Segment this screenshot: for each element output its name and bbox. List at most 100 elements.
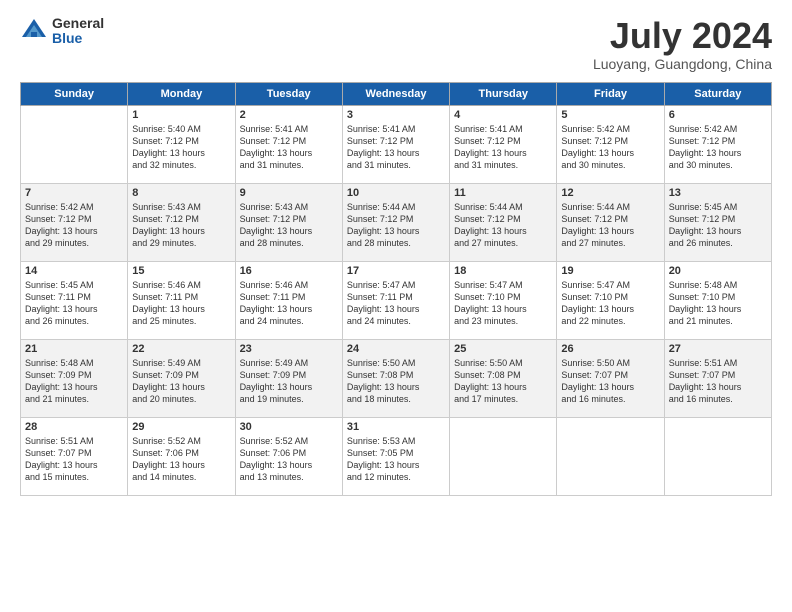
table-row: 20Sunrise: 5:48 AMSunset: 7:10 PMDayligh… bbox=[664, 261, 771, 339]
day-number: 14 bbox=[25, 265, 123, 277]
table-row: 18 Sunrise: 5:47 AMSunset: 7:10 PMDayligh… bbox=[450, 261, 557, 339]
day-number: 25 bbox=[454, 343, 552, 355]
day-info: Sunrise: 5:49 AMSunset: 7:09 PMDaylight:… bbox=[132, 357, 230, 406]
table-row: 7 Sunrise: 5:42 AMSunset: 7:12 PMDaylight… bbox=[21, 183, 128, 261]
table-row: 30 Sunrise: 5:52 AMSunset: 7:06 PMDayligh… bbox=[235, 417, 342, 495]
logo: General Blue bbox=[20, 16, 104, 47]
table-row: 16 Sunrise: 5:46 AMSunset: 7:11 PMDayligh… bbox=[235, 261, 342, 339]
day-info: Sunrise: 5:52 AMSunset: 7:06 PMDaylight:… bbox=[132, 435, 230, 484]
logo-blue-text: Blue bbox=[52, 31, 104, 46]
page-header: General Blue July 2024 Luoyang, Guangdon… bbox=[20, 16, 772, 72]
day-number: 17 bbox=[347, 265, 445, 277]
day-info: Sunrise: 5:42 AMSunset: 7:12 PMDaylight:… bbox=[25, 201, 123, 250]
day-info: Sunrise: 5:45 AMSunset: 7:11 PMDaylight:… bbox=[25, 279, 123, 328]
day-info: Sunrise: 5:47 AMSunset: 7:10 PMDaylight:… bbox=[561, 279, 659, 328]
day-number: 18 bbox=[454, 265, 552, 277]
day-info: Sunrise: 5:49 AMSunset: 7:09 PMDaylight:… bbox=[240, 357, 338, 406]
table-row: 26 Sunrise: 5:50 AMSunset: 7:07 PMDayligh… bbox=[557, 339, 664, 417]
col-sunday: Sunday bbox=[21, 82, 128, 105]
table-row: 13 Sunrise: 5:45 AMSunset: 7:12 PMDayligh… bbox=[664, 183, 771, 261]
day-number: 12 bbox=[561, 187, 659, 199]
day-info: Sunrise: 5:47 AMSunset: 7:10 PMDaylight:… bbox=[454, 279, 552, 328]
day-number: 26 bbox=[561, 343, 659, 355]
table-row: 22 Sunrise: 5:49 AMSunset: 7:09 PMDayligh… bbox=[128, 339, 235, 417]
day-info: Sunrise: 5:51 AMSunset: 7:07 PMDaylight:… bbox=[669, 357, 767, 406]
day-number: 30 bbox=[240, 421, 338, 433]
day-info: Sunrise: 5:50 AMSunset: 7:08 PMDaylight:… bbox=[347, 357, 445, 406]
day-info: Sunrise: 5:44 AMSunset: 7:12 PMDaylight:… bbox=[454, 201, 552, 250]
day-info: Sunrise: 5:44 AMSunset: 7:12 PMDaylight:… bbox=[347, 201, 445, 250]
day-info: Sunrise: 5:51 AMSunset: 7:07 PMDaylight:… bbox=[25, 435, 123, 484]
day-info: Sunrise: 5:41 AMSunset: 7:12 PMDaylight:… bbox=[240, 123, 338, 172]
table-row: 23 Sunrise: 5:49 AMSunset: 7:09 PMDayligh… bbox=[235, 339, 342, 417]
table-row: 11 Sunrise: 5:44 AMSunset: 7:12 PMDayligh… bbox=[450, 183, 557, 261]
day-number: 2 bbox=[240, 109, 338, 121]
day-number: 8 bbox=[132, 187, 230, 199]
day-info: Sunrise: 5:53 AMSunset: 7:05 PMDaylight:… bbox=[347, 435, 445, 484]
logo-general-text: General bbox=[52, 16, 104, 31]
col-friday: Friday bbox=[557, 82, 664, 105]
day-info: Sunrise: 5:42 AMSunset: 7:12 PMDaylight:… bbox=[561, 123, 659, 172]
day-info: Sunrise: 5:43 AMSunset: 7:12 PMDaylight:… bbox=[240, 201, 338, 250]
logo-text: General Blue bbox=[52, 16, 104, 47]
table-row: 14 Sunrise: 5:45 AMSunset: 7:11 PMDayligh… bbox=[21, 261, 128, 339]
day-info: Sunrise: 5:45 AMSunset: 7:12 PMDaylight:… bbox=[669, 201, 767, 250]
table-row: 10 Sunrise: 5:44 AMSunset: 7:12 PMDayligh… bbox=[342, 183, 449, 261]
day-info: Sunrise: 5:47 AMSunset: 7:11 PMDaylight:… bbox=[347, 279, 445, 328]
table-row bbox=[21, 105, 128, 183]
col-saturday: Saturday bbox=[664, 82, 771, 105]
day-info: Sunrise: 5:52 AMSunset: 7:06 PMDaylight:… bbox=[240, 435, 338, 484]
table-row: 2 Sunrise: 5:41 AMSunset: 7:12 PMDaylight… bbox=[235, 105, 342, 183]
location: Luoyang, Guangdong, China bbox=[593, 56, 772, 72]
month-title: July 2024 bbox=[593, 16, 772, 56]
day-info: Sunrise: 5:46 AMSunset: 7:11 PMDaylight:… bbox=[132, 279, 230, 328]
day-info: Sunrise: 5:42 AMSunset: 7:12 PMDaylight:… bbox=[669, 123, 767, 172]
table-row: 12 Sunrise: 5:44 AMSunset: 7:12 PMDayligh… bbox=[557, 183, 664, 261]
col-tuesday: Tuesday bbox=[235, 82, 342, 105]
calendar-week-2: 7 Sunrise: 5:42 AMSunset: 7:12 PMDaylight… bbox=[21, 183, 772, 261]
table-row: 9Sunrise: 5:43 AMSunset: 7:12 PMDaylight… bbox=[235, 183, 342, 261]
col-wednesday: Wednesday bbox=[342, 82, 449, 105]
day-info: Sunrise: 5:41 AMSunset: 7:12 PMDaylight:… bbox=[454, 123, 552, 172]
day-number: 23 bbox=[240, 343, 338, 355]
day-number: 1 bbox=[132, 109, 230, 121]
day-number: 5 bbox=[561, 109, 659, 121]
calendar-week-4: 21 Sunrise: 5:48 AMSunset: 7:09 PMDayligh… bbox=[21, 339, 772, 417]
day-number: 19 bbox=[561, 265, 659, 277]
day-info: Sunrise: 5:48 AMSunset: 7:09 PMDaylight:… bbox=[25, 357, 123, 406]
day-number: 29 bbox=[132, 421, 230, 433]
day-number: 22 bbox=[132, 343, 230, 355]
table-row: 3Sunrise: 5:41 AMSunset: 7:12 PMDaylight… bbox=[342, 105, 449, 183]
calendar-header-row: Sunday Monday Tuesday Wednesday Thursday… bbox=[21, 82, 772, 105]
day-number: 6 bbox=[669, 109, 767, 121]
table-row: 5 Sunrise: 5:42 AMSunset: 7:12 PMDaylight… bbox=[557, 105, 664, 183]
day-number: 11 bbox=[454, 187, 552, 199]
table-row: 15 Sunrise: 5:46 AMSunset: 7:11 PMDayligh… bbox=[128, 261, 235, 339]
day-number: 3 bbox=[347, 109, 445, 121]
calendar-week-1: 1Sunrise: 5:40 AMSunset: 7:12 PMDaylight… bbox=[21, 105, 772, 183]
table-row: 24 Sunrise: 5:50 AMSunset: 7:08 PMDayligh… bbox=[342, 339, 449, 417]
table-row: 19 Sunrise: 5:47 AMSunset: 7:10 PMDayligh… bbox=[557, 261, 664, 339]
day-number: 16 bbox=[240, 265, 338, 277]
table-row bbox=[664, 417, 771, 495]
table-row: 1Sunrise: 5:40 AMSunset: 7:12 PMDaylight… bbox=[128, 105, 235, 183]
day-number: 15 bbox=[132, 265, 230, 277]
table-row: 31 Sunrise: 5:53 AMSunset: 7:05 PMDayligh… bbox=[342, 417, 449, 495]
day-number: 31 bbox=[347, 421, 445, 433]
day-number: 4 bbox=[454, 109, 552, 121]
day-info: Sunrise: 5:50 AMSunset: 7:08 PMDaylight:… bbox=[454, 357, 552, 406]
day-number: 13 bbox=[669, 187, 767, 199]
calendar-week-3: 14 Sunrise: 5:45 AMSunset: 7:11 PMDayligh… bbox=[21, 261, 772, 339]
calendar: Sunday Monday Tuesday Wednesday Thursday… bbox=[20, 82, 772, 496]
day-info: Sunrise: 5:46 AMSunset: 7:11 PMDaylight:… bbox=[240, 279, 338, 328]
day-number: 7 bbox=[25, 187, 123, 199]
table-row: 28 Sunrise: 5:51 AMSunset: 7:07 PMDayligh… bbox=[21, 417, 128, 495]
day-info: Sunrise: 5:44 AMSunset: 7:12 PMDaylight:… bbox=[561, 201, 659, 250]
col-thursday: Thursday bbox=[450, 82, 557, 105]
day-number: 24 bbox=[347, 343, 445, 355]
day-number: 27 bbox=[669, 343, 767, 355]
day-number: 21 bbox=[25, 343, 123, 355]
day-number: 28 bbox=[25, 421, 123, 433]
day-number: 10 bbox=[347, 187, 445, 199]
day-info: Sunrise: 5:50 AMSunset: 7:07 PMDaylight:… bbox=[561, 357, 659, 406]
